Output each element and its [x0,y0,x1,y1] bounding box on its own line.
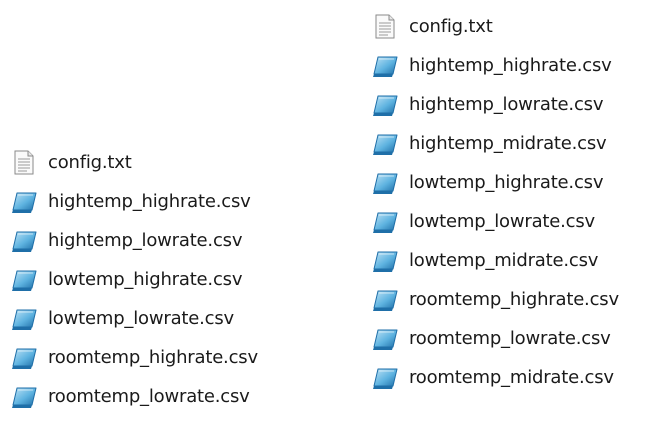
csv-file-icon [9,187,39,217]
file-name: hightemp_lowrate.csv [409,94,604,115]
file-name: roomtemp_lowrate.csv [48,386,250,407]
file-name: lowtemp_midrate.csv [409,250,599,271]
text-file-icon [370,12,400,42]
file-item[interactable]: lowtemp_midrate.csv [370,241,619,280]
file-name: roomtemp_highrate.csv [48,347,258,368]
csv-file-icon [370,285,400,315]
csv-file-icon [9,382,39,412]
file-item[interactable]: hightemp_lowrate.csv [370,85,619,124]
file-item[interactable]: roomtemp_lowrate.csv [370,319,619,358]
file-name: lowtemp_lowrate.csv [48,308,234,329]
csv-file-icon [370,207,400,237]
csv-file-icon [9,304,39,334]
file-item[interactable]: roomtemp_lowrate.csv [9,377,258,416]
file-item[interactable]: config.txt [370,7,619,46]
file-name: hightemp_lowrate.csv [48,230,243,251]
file-name: config.txt [48,152,132,173]
text-file-icon [9,148,39,178]
file-name: roomtemp_highrate.csv [409,289,619,310]
file-item[interactable]: config.txt [9,143,258,182]
file-item[interactable]: lowtemp_lowrate.csv [370,202,619,241]
csv-file-icon [9,265,39,295]
csv-file-icon [370,51,400,81]
csv-file-icon [370,324,400,354]
file-name: hightemp_midrate.csv [409,133,607,154]
csv-file-icon [370,168,400,198]
file-item[interactable]: hightemp_midrate.csv [370,124,619,163]
file-name: lowtemp_highrate.csv [48,269,243,290]
file-item[interactable]: lowtemp_lowrate.csv [9,299,258,338]
file-name: lowtemp_highrate.csv [409,172,604,193]
csv-file-icon [370,363,400,393]
file-name: roomtemp_midrate.csv [409,367,614,388]
csv-file-icon [370,129,400,159]
file-name: config.txt [409,16,493,37]
csv-file-icon [9,343,39,373]
file-name: hightemp_highrate.csv [48,191,251,212]
csv-file-icon [370,90,400,120]
csv-file-icon [370,246,400,276]
file-name: lowtemp_lowrate.csv [409,211,595,232]
file-item[interactable]: hightemp_highrate.csv [370,46,619,85]
file-item[interactable]: lowtemp_highrate.csv [9,260,258,299]
file-name: roomtemp_lowrate.csv [409,328,611,349]
file-item[interactable]: roomtemp_highrate.csv [370,280,619,319]
file-name: hightemp_highrate.csv [409,55,612,76]
left-file-list: config.txt hightemp_highrate.csv hightem… [9,143,258,416]
file-item[interactable]: hightemp_highrate.csv [9,182,258,221]
file-item[interactable]: hightemp_lowrate.csv [9,221,258,260]
csv-file-icon [9,226,39,256]
file-item[interactable]: lowtemp_highrate.csv [370,163,619,202]
right-file-list: config.txt hightemp_highrate.csv hightem… [370,7,619,397]
file-item[interactable]: roomtemp_midrate.csv [370,358,619,397]
file-item[interactable]: roomtemp_highrate.csv [9,338,258,377]
